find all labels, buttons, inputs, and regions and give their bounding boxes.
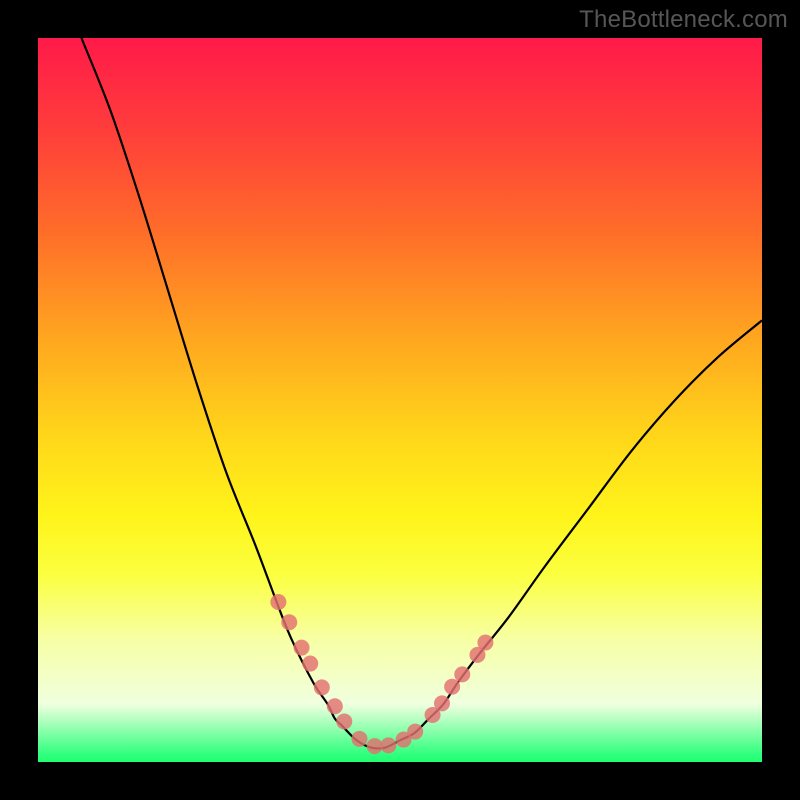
data-point — [302, 656, 318, 672]
data-point — [270, 594, 286, 610]
plot-area — [38, 38, 762, 762]
data-point — [454, 666, 470, 682]
chart-svg — [38, 38, 762, 762]
data-point — [336, 713, 352, 729]
data-point — [434, 695, 450, 711]
data-point — [314, 679, 330, 695]
data-point — [407, 724, 423, 740]
data-point — [351, 731, 367, 747]
data-point — [380, 737, 396, 753]
data-point — [294, 640, 310, 656]
chart-frame: TheBottleneck.com — [0, 0, 800, 800]
bottleneck-curve — [81, 38, 762, 748]
data-points — [270, 594, 493, 754]
data-point — [327, 698, 343, 714]
data-point — [281, 614, 297, 630]
data-point — [477, 635, 493, 651]
data-point — [367, 738, 383, 754]
data-point — [444, 679, 460, 695]
watermark-text: TheBottleneck.com — [579, 6, 788, 34]
